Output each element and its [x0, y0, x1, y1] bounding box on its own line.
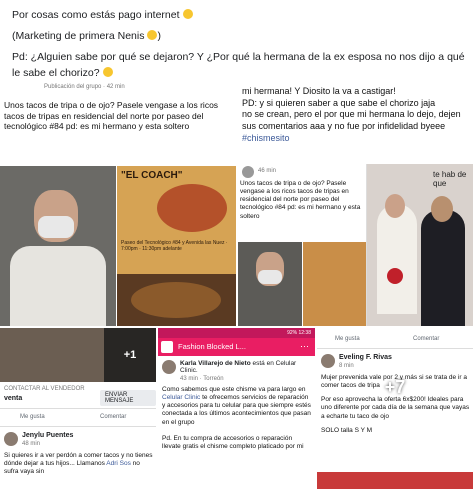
sale-label: venta — [4, 395, 23, 402]
photo-tile-4[interactable]: 92% 12:38 Fashion Blocked L... ⋯ Karla V… — [158, 328, 315, 489]
grin-emoji-icon — [182, 9, 193, 19]
avatar — [162, 360, 176, 374]
product-strip — [317, 472, 473, 489]
surprised-emoji-icon — [102, 66, 113, 77]
send-message-button[interactable]: ENVIAR MENSAJE — [100, 390, 156, 406]
clinic-link[interactable]: Celular Clinic — [162, 394, 200, 401]
app-title: Fashion Blocked L... — [178, 342, 246, 351]
photo-tile-2[interactable]: mi hermana! Y Diosito la va a castigar! … — [238, 82, 473, 326]
status-time: 92% 12:38 — [287, 330, 311, 336]
flyer-subtitle: Paseo del Tecnológico #84 y Avenida las … — [121, 240, 228, 252]
inner-tacos-photo — [303, 242, 366, 326]
solo-label: SOLO talla — [321, 426, 353, 434]
tile2-pd-text: PD: y si quieren saber a que sabe el cho… — [242, 97, 436, 108]
man-photo — [0, 166, 116, 326]
tacos-flyer: "EL COACH" Paseo del Tecnológico #84 y A… — [117, 166, 236, 274]
comment-text: Si quieres ir a ver — [4, 452, 55, 459]
post-text-a: Como sabemos que este chisme va para lar… — [162, 386, 306, 393]
comment-button[interactable]: Comentar — [100, 414, 126, 420]
avatar — [4, 432, 18, 446]
commenter-name[interactable]: Jenylu Puentes — [22, 432, 73, 439]
tile1-text-pd: pd: es mi hermano y esta soltero — [65, 121, 190, 132]
post-meta: 43 min · Torreón — [180, 376, 224, 382]
tile1-header: Publicación del grupo — [44, 84, 102, 90]
photo-tile-3[interactable]: +1 CONTACTAR AL VENDEDOR venta ENVIAR ME… — [0, 328, 156, 489]
flyer-title: "EL COACH" — [121, 170, 183, 181]
inner-screenshot: 46 min Unos tacos de tripa o de ojo? Pas… — [238, 164, 367, 326]
comment-button[interactable]: Comentar — [413, 336, 439, 342]
poster-name[interactable]: Karla Villarejo de Nieto — [180, 360, 251, 367]
post-line-1: Por cosas como estás pago internet — [12, 9, 180, 21]
comment-time: 48 min — [22, 441, 41, 447]
poster-name[interactable]: Eveling F. Rivas — [339, 354, 392, 361]
face-mask-icon — [38, 216, 74, 238]
size-label: S Y M — [354, 426, 373, 434]
status-bar: 92% 12:38 — [158, 328, 315, 338]
tile3-photo: +1 — [0, 328, 156, 382]
photo-tile-5[interactable]: Me gusta Comentar Eveling F. Rivas 8 min… — [317, 328, 473, 489]
tile2-time: 46 min — [258, 168, 277, 174]
inner-man-photo — [238, 242, 302, 326]
wedding-photo: te hab de que — [367, 164, 473, 326]
more-photos-count[interactable]: +1 — [104, 328, 156, 382]
post-time: 8 min — [339, 363, 354, 369]
app-logo-icon — [161, 341, 173, 353]
comment-link[interactable]: Adri Sos — [106, 460, 131, 467]
tile2-pd-text2: no se crean, pero el por que mi hermana … — [242, 109, 461, 132]
more-options-icon[interactable]: ⋯ — [300, 341, 309, 352]
more-photos-count[interactable]: +7 — [377, 372, 413, 402]
ok-hand-emoji-icon — [147, 30, 158, 41]
post-text: Por cosas como estás pago internet (Mark… — [12, 8, 467, 87]
photo-sign: te hab de que — [433, 170, 467, 188]
photo-tile-1[interactable]: Publicación del grupo · 42 min Unos taco… — [0, 82, 236, 326]
avatar — [321, 354, 335, 368]
chismesito-hashtag[interactable]: #chismesito — [242, 133, 470, 145]
like-button[interactable]: Me gusta — [20, 414, 45, 420]
app-bar: Fashion Blocked L... ⋯ — [158, 338, 315, 356]
photo-grid: Publicación del grupo · 42 min Unos taco… — [0, 82, 473, 489]
contact-seller-label: CONTACTAR AL VENDEDOR — [4, 386, 85, 392]
tile2-top-text: mi hermana! Y Diosito la va a castigar! — [242, 86, 396, 96]
tile1-time: 42 min — [106, 84, 125, 90]
flower-bouquet-icon — [387, 268, 403, 284]
tile1-text: Unos tacos de tripa o de ojo? Pasele ven… — [4, 100, 230, 132]
post-line-3: Pd: ¿Alguien sabe por qué se dejaron? Y … — [12, 51, 465, 79]
post-text-d: Pd. En tu compra de accesorios o reparac… — [162, 434, 304, 450]
avatar — [242, 166, 254, 178]
post-line-2-end: ) — [157, 30, 161, 43]
like-button[interactable]: Me gusta — [335, 336, 360, 342]
post-line-2: (Marketing de primera Nenis — [12, 30, 145, 43]
tacos-photo — [117, 274, 236, 326]
